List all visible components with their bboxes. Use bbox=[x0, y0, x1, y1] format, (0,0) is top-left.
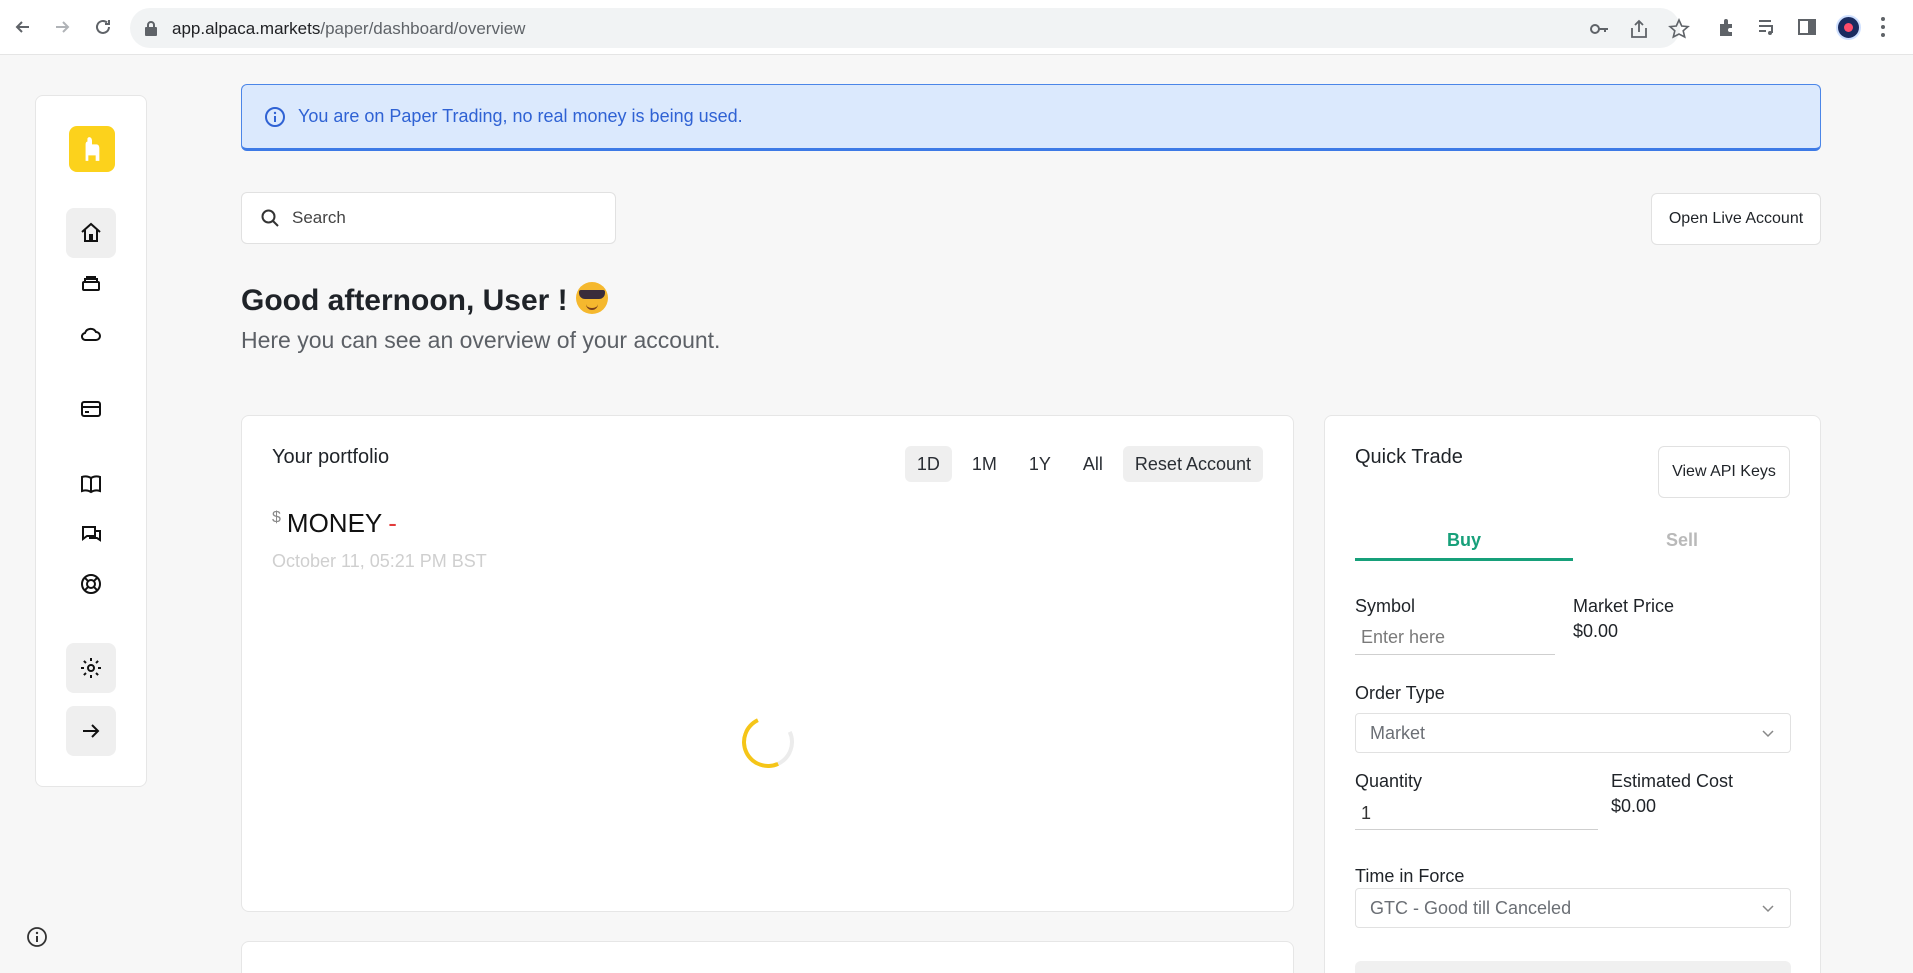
url-path: /paper/dashboard/overview bbox=[320, 19, 526, 38]
search-icon bbox=[261, 209, 279, 227]
info-icon[interactable] bbox=[26, 926, 48, 948]
profile-avatar[interactable] bbox=[1836, 15, 1861, 40]
portfolio-title: Your portfolio bbox=[272, 446, 390, 468]
sunglasses-emoji-icon bbox=[575, 282, 608, 314]
arrow-left-icon bbox=[15, 21, 29, 33]
chevron-down-icon bbox=[1762, 730, 1774, 738]
currency-symbol: $ bbox=[272, 509, 281, 526]
estimated-cost-value: $0.00 bbox=[1611, 796, 1657, 816]
order-type-value: Market bbox=[1370, 722, 1426, 743]
banner-text: You are on Paper Trading, no real money … bbox=[298, 106, 743, 126]
range-1y[interactable]: 1Y bbox=[1017, 446, 1063, 482]
alpaca-logo[interactable] bbox=[69, 126, 115, 172]
loading-spinner-icon bbox=[734, 708, 802, 776]
browser-menu-icon[interactable] bbox=[1880, 15, 1886, 39]
card-icon bbox=[81, 401, 101, 417]
back-button[interactable] bbox=[8, 12, 38, 42]
sidebar-item-accounts[interactable] bbox=[66, 259, 116, 309]
sidebar-item-docs[interactable] bbox=[66, 459, 116, 509]
home-icon bbox=[81, 222, 101, 242]
range-selector: 1D 1M 1Y All Reset Account bbox=[904, 446, 1263, 482]
trade-side-tabs: Buy Sell bbox=[1355, 526, 1791, 561]
review-order-button[interactable] bbox=[1355, 961, 1791, 973]
order-type-label: Order Type bbox=[1355, 683, 1445, 703]
tab-sell[interactable]: Sell bbox=[1573, 526, 1791, 561]
time-in-force-label: Time in Force bbox=[1355, 866, 1465, 886]
greeting-subtitle: Here you can see an overview of your acc… bbox=[241, 327, 721, 353]
range-all[interactable]: All bbox=[1071, 446, 1115, 482]
sidebar-item-billing[interactable] bbox=[66, 384, 116, 434]
sidebar-item-support[interactable] bbox=[66, 559, 116, 609]
side-panel-icon[interactable] bbox=[1796, 16, 1818, 38]
portfolio-card: Your portfolio 1D 1M 1Y All Reset Accoun… bbox=[241, 415, 1294, 912]
order-type-select[interactable]: Market bbox=[1355, 713, 1791, 753]
time-in-force-value: GTC - Good till Canceled bbox=[1370, 897, 1572, 918]
sidebar-item-home[interactable] bbox=[66, 208, 116, 258]
book-icon bbox=[81, 475, 101, 494]
settings-icon bbox=[81, 658, 101, 678]
market-price-value: $0.00 bbox=[1573, 621, 1619, 641]
sidebar-item-community[interactable] bbox=[66, 509, 116, 559]
open-live-account-button[interactable]: Open Live Account bbox=[1651, 193, 1821, 245]
key-icon[interactable] bbox=[1588, 18, 1610, 40]
lock-icon bbox=[145, 21, 157, 36]
media-queue-icon[interactable] bbox=[1756, 16, 1778, 38]
star-icon[interactable] bbox=[1668, 18, 1690, 40]
search-input[interactable] bbox=[292, 208, 592, 228]
portfolio-timestamp: October 11, 05:21 PM BST bbox=[272, 551, 487, 571]
symbol-label: Symbol bbox=[1355, 596, 1416, 616]
url-text: app.alpaca.markets/paper/dashboard/overv… bbox=[172, 19, 525, 39]
search-box[interactable] bbox=[241, 192, 616, 244]
reload-button[interactable] bbox=[88, 12, 118, 42]
alpaca-logo-icon bbox=[85, 137, 100, 161]
sidebar-item-cloud[interactable] bbox=[66, 309, 116, 359]
reset-account-button[interactable]: Reset Account bbox=[1122, 446, 1263, 482]
view-api-keys-button[interactable]: View API Keys bbox=[1658, 446, 1790, 498]
greeting-title: Good afternoon, User ! bbox=[241, 282, 608, 318]
sidebar-expand-button[interactable] bbox=[66, 706, 116, 756]
sidebar-item-settings[interactable] bbox=[66, 643, 116, 693]
cloud-icon bbox=[81, 327, 101, 341]
estimated-cost-label: Estimated Cost bbox=[1611, 771, 1734, 791]
portfolio-change: - bbox=[388, 508, 397, 538]
lifebuoy-icon bbox=[81, 574, 101, 594]
avatar-dot bbox=[1844, 23, 1853, 32]
chevron-down-icon bbox=[1762, 905, 1774, 913]
extensions-icon[interactable] bbox=[1716, 16, 1738, 38]
quantity-input[interactable]: 1 bbox=[1355, 796, 1598, 830]
chat-icon bbox=[82, 526, 101, 542]
time-in-force-select[interactable]: GTC - Good till Canceled bbox=[1355, 888, 1791, 928]
layers-icon bbox=[82, 276, 100, 291]
reload-icon bbox=[96, 19, 110, 34]
portfolio-value-text: MONEY bbox=[286, 508, 383, 538]
symbol-input[interactable] bbox=[1355, 621, 1555, 655]
arrow-right-icon bbox=[83, 724, 100, 738]
browser-toolbar: app.alpaca.markets/paper/dashboard/overv… bbox=[0, 0, 1913, 55]
portfolio-value: $ MONEY - bbox=[272, 508, 397, 539]
url-host: app.alpaca.markets bbox=[172, 19, 321, 38]
forward-button[interactable] bbox=[47, 12, 77, 42]
market-price-label: Market Price bbox=[1573, 596, 1675, 616]
range-1d[interactable]: 1D bbox=[904, 446, 952, 482]
secondary-card bbox=[241, 941, 1294, 973]
sidebar bbox=[35, 95, 147, 787]
greeting-text: Good afternoon, User ! bbox=[241, 284, 568, 317]
range-1m[interactable]: 1M bbox=[960, 446, 1009, 482]
arrow-right-icon bbox=[56, 21, 70, 33]
info-icon bbox=[265, 106, 285, 127]
tab-buy[interactable]: Buy bbox=[1355, 526, 1573, 561]
quantity-label: Quantity bbox=[1355, 771, 1423, 791]
address-bar[interactable]: app.alpaca.markets/paper/dashboard/overv… bbox=[130, 8, 1690, 48]
quick-trade-card: Quick Trade View API Keys Buy Sell Symbo… bbox=[1324, 415, 1821, 973]
paper-trading-banner: You are on Paper Trading, no real money … bbox=[241, 84, 1821, 151]
quick-trade-title: Quick Trade bbox=[1355, 446, 1463, 468]
share-icon[interactable] bbox=[1628, 18, 1650, 40]
